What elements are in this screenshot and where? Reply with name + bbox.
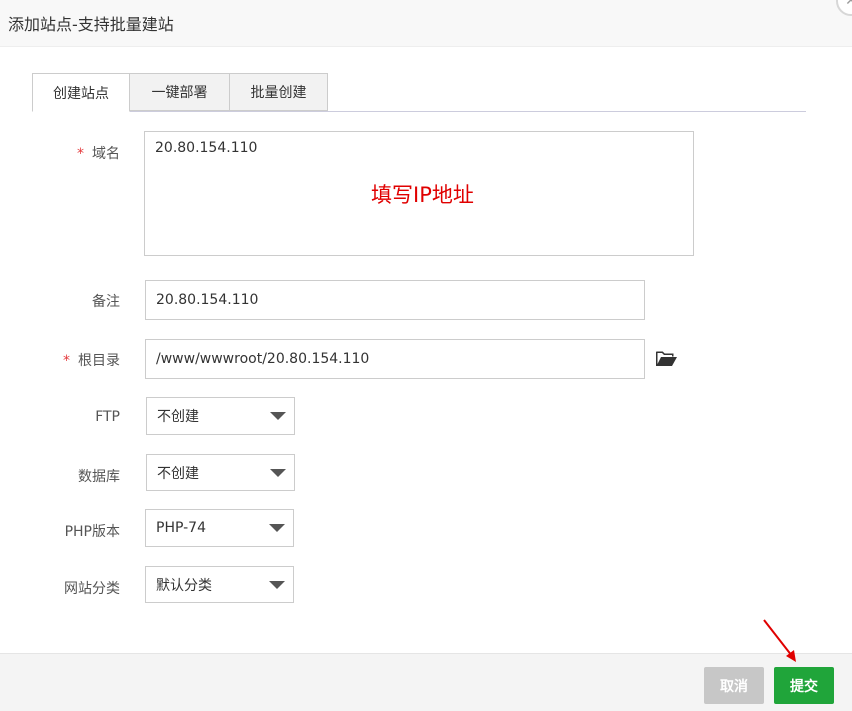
dialog-title: 添加站点-支持批量建站 [8,15,174,34]
php-version-select[interactable]: PHP-74 [145,509,294,547]
remark-input[interactable]: 20.80.154.110 [145,280,645,320]
category-select-value: 默认分类 [156,577,212,594]
root-dir-input[interactable]: /www/wwwroot/20.80.154.110 [145,339,645,379]
required-mark: * [63,353,70,369]
dialog-titlebar: 添加站点-支持批量建站 [0,0,852,47]
tab-divider [32,111,806,112]
tab-one-click-deploy[interactable]: 一键部署 [129,73,230,111]
annotation-arrow-icon [763,619,796,662]
remark-label: 备注 [92,294,120,310]
database-select-value: 不创建 [157,465,199,482]
caret-down-icon [270,412,286,420]
database-label: 数据库 [78,469,120,485]
tab-batch-create[interactable]: 批量创建 [229,73,328,111]
close-icon: ✕ [845,0,852,9]
caret-down-icon [269,524,285,532]
caret-down-icon [269,580,285,589]
domain-annotation: 填写IP地址 [371,183,474,207]
cancel-button[interactable]: 取消 [704,667,764,704]
domain-label: * 域名 [77,146,120,162]
caret-down-icon [270,468,286,477]
required-mark: * [77,146,84,162]
php-version-select-value: PHP-74 [156,520,206,536]
ftp-select[interactable]: 不创建 [146,397,295,435]
folder-open-icon[interactable] [656,350,677,367]
root-dir-label: * 根目录 [63,353,120,369]
tab-bar: 创建站点 一键部署 批量创建 [32,73,806,112]
ftp-label: FTP [95,409,120,425]
ftp-select-value: 不创建 [157,409,199,425]
tab-create-site[interactable]: 创建站点 [32,73,130,112]
category-label: 网站分类 [64,581,120,597]
category-select[interactable]: 默认分类 [145,566,294,603]
php-version-label: PHP版本 [64,524,120,540]
submit-button[interactable]: 提交 [774,667,834,704]
database-select[interactable]: 不创建 [146,454,295,491]
